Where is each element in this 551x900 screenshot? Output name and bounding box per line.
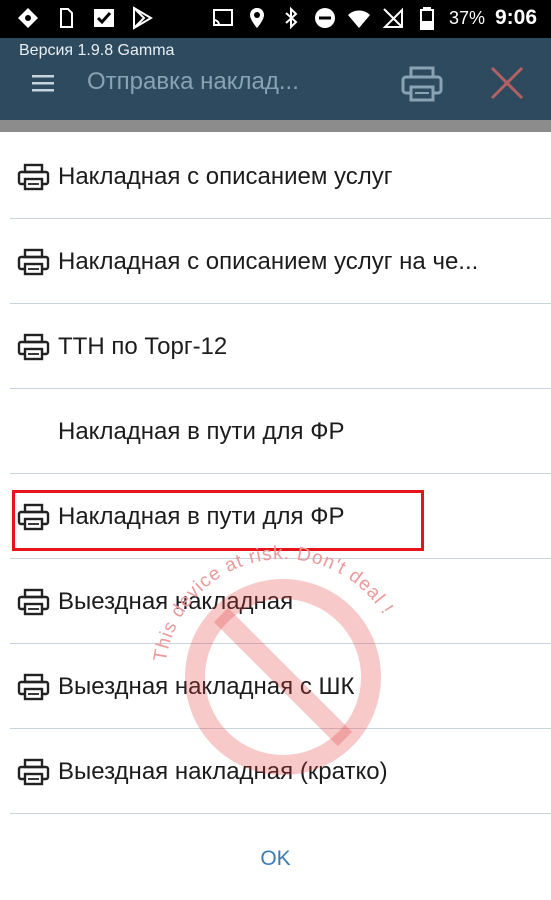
printer-icon: [17, 247, 50, 277]
printer-icon: [17, 757, 50, 787]
printer-icon: [17, 502, 50, 532]
printer-icon: [17, 672, 50, 702]
no-sim-icon: [381, 6, 405, 30]
list-item[interactable]: Выездная накладная (кратко): [0, 729, 551, 814]
app-version: Версия 1.9.8 Gamma: [19, 42, 175, 59]
print-button[interactable]: [400, 64, 444, 104]
battery-percent: 37%: [448, 7, 485, 28]
list-item-label: Выездная накладная: [58, 588, 294, 615]
app-bar: Версия 1.9.8 Gamma Отправка наклад...: [0, 38, 551, 120]
list-item-label: Накладная с описанием услуг на че...: [58, 248, 479, 275]
battery-icon: [415, 6, 439, 30]
ok-button[interactable]: OK: [0, 847, 551, 871]
list-item-selected[interactable]: Накладная в пути для ФР: [0, 474, 551, 559]
list-item-label: Накладная в пути для ФР: [58, 503, 345, 530]
print-form-dialog: Накладная с описанием услуг Накладная с …: [0, 132, 551, 900]
printer-icon: [17, 162, 50, 192]
dim-overlay: [0, 120, 551, 132]
list-item[interactable]: Накладная с описанием услуг на че...: [0, 219, 551, 304]
list-item-label: Выездная накладная с ШК: [58, 673, 355, 700]
list-item[interactable]: Выездная накладная: [0, 559, 551, 644]
printer-icon: [401, 66, 443, 102]
play-store-icon: [130, 6, 154, 30]
bluetooth-icon: [279, 6, 303, 30]
app-icon: [16, 6, 40, 30]
list-item-label: Накладная с описанием услуг: [58, 163, 393, 190]
close-button[interactable]: [488, 62, 526, 102]
clock: 9:06: [494, 6, 537, 29]
do-not-disturb-icon: [313, 6, 337, 30]
list-item[interactable]: Выездная накладная с ШК: [0, 644, 551, 729]
menu-button[interactable]: [28, 68, 58, 98]
close-icon: [490, 66, 524, 100]
list-item-label: Выездная накладная (кратко): [58, 758, 388, 785]
sim-icon: [54, 6, 78, 30]
list-item[interactable]: Накладная с описанием услуг: [0, 134, 551, 219]
location-icon: [245, 6, 269, 30]
page-title: Отправка наклад...: [87, 68, 299, 95]
printer-icon: [17, 332, 50, 362]
divider: [10, 813, 551, 814]
list-item-label: ТТН по Торг-12: [58, 333, 228, 360]
list-item-label: Накладная в пути для ФР: [58, 418, 345, 445]
printer-icon: [17, 587, 50, 617]
status-bar: 37% 9:06: [0, 0, 551, 38]
wifi-icon: [347, 6, 371, 30]
checkbox-icon: [92, 6, 116, 30]
cast-icon: [211, 6, 235, 30]
list-item[interactable]: Накладная в пути для ФР: [0, 389, 551, 474]
hamburger-icon: [32, 75, 54, 92]
list-item[interactable]: ТТН по Торг-12: [0, 304, 551, 389]
